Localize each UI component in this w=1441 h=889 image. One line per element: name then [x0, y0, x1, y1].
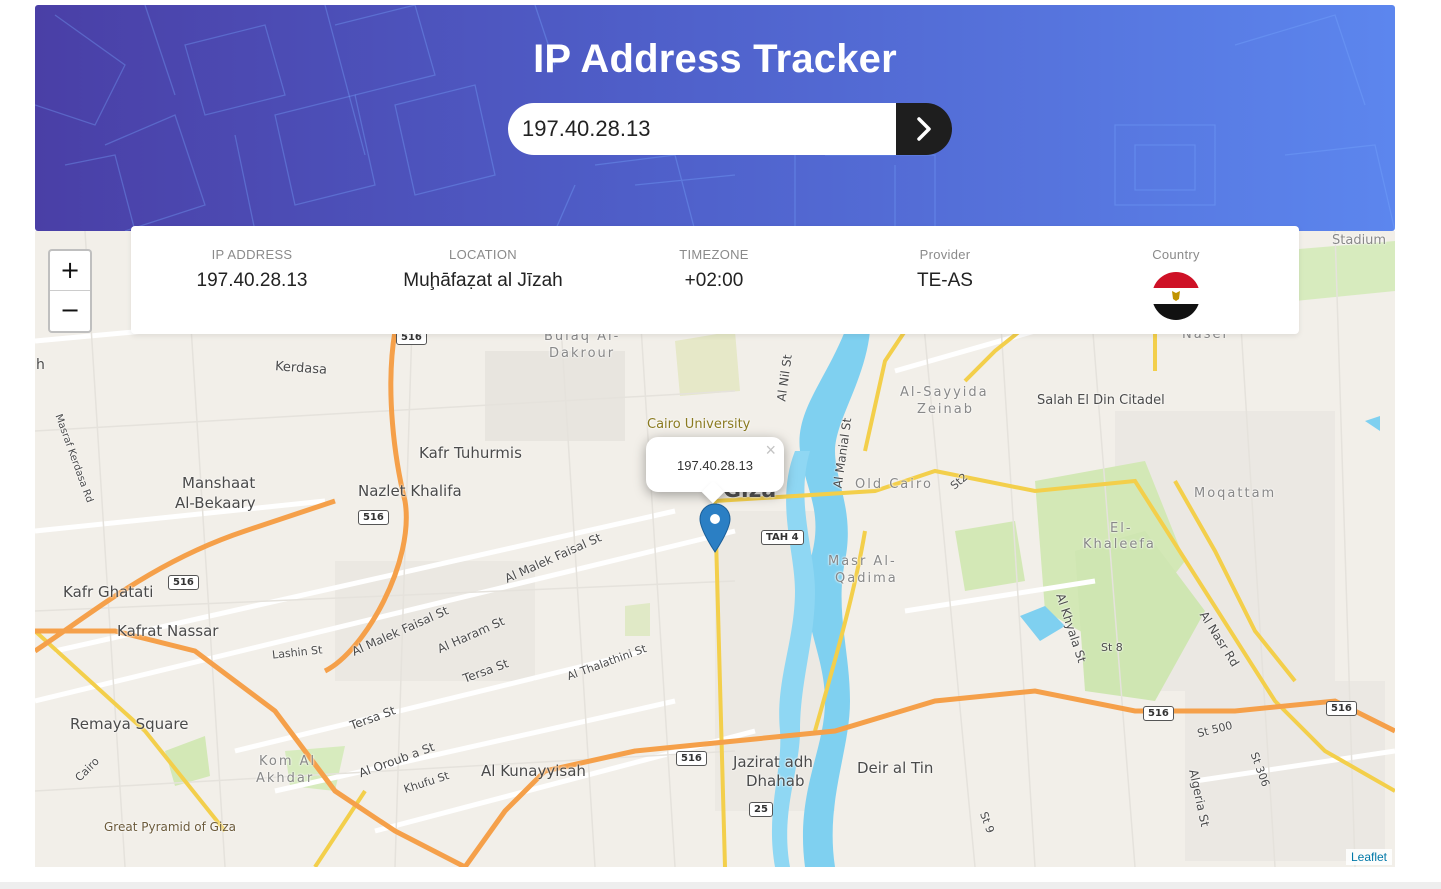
map-marker-icon[interactable]	[699, 503, 731, 553]
map-label-moqattam: Moqattam	[1194, 486, 1277, 501]
map-label-cairo-university: Cairo University	[647, 417, 751, 432]
map-label-stadium: Stadium	[1332, 233, 1387, 248]
info-ip-address-label: IP ADDRESS	[211, 247, 293, 262]
info-location: LOCATION Muḩāfaẓat al Jīzah	[368, 226, 598, 292]
info-timezone-value: +02:00	[684, 270, 744, 291]
road-shield-tah4: TAH 4	[761, 530, 804, 545]
map-popup: 197.40.28.13 ×	[646, 437, 784, 504]
map-label-kafr-tuhurmis: Kafr Tuhurmis	[419, 444, 522, 462]
map-label-al-sayyida: Al-Sayyida	[900, 385, 989, 400]
map-label-al-bekaary: Al-Bekaary	[175, 494, 256, 512]
map-label-nazlet-khalifa: Nazlet Khalifa	[358, 482, 462, 500]
page-bottom-bar	[0, 882, 1441, 889]
road-shield-516-c: 516	[168, 575, 199, 590]
map-label-zeinab: Zeinab	[917, 402, 974, 417]
map-label-old-cairo: Old Cairo	[855, 477, 933, 492]
info-location-value: Muḩāfaẓat al Jīzah	[403, 270, 563, 291]
info-provider-label: Provider	[919, 247, 971, 262]
zoom-out-button[interactable]: −	[50, 291, 90, 330]
map-label-h: h	[36, 357, 45, 373]
info-ip-address-value: 197.40.28.13	[196, 270, 308, 291]
road-shield-516-b: 516	[358, 510, 389, 525]
popup-ip-text: 197.40.28.13	[677, 458, 753, 473]
info-provider: Provider TE-AS	[830, 226, 1060, 292]
map-label-remaya-square: Remaya Square	[70, 715, 189, 733]
zoom-control: + −	[48, 249, 92, 333]
info-location-label: LOCATION	[449, 247, 517, 262]
info-timezone-label: TIMEZONE	[679, 247, 749, 262]
chevron-right-icon	[917, 117, 931, 141]
road-shield-25: 25	[749, 802, 773, 817]
ip-search-form	[508, 103, 952, 155]
zoom-in-button[interactable]: +	[50, 251, 90, 291]
ip-search-input[interactable]	[508, 103, 896, 155]
map-attribution-link[interactable]: Leaflet	[1345, 849, 1392, 865]
page-title: IP Address Tracker	[533, 37, 897, 81]
search-submit-button[interactable]	[896, 103, 952, 155]
road-shield-516-f: 516	[1326, 701, 1357, 716]
map-label-salah-el-din-citadel: Salah El Din Citadel	[1037, 393, 1165, 408]
map-label-akhdar: Akhdar	[256, 771, 315, 786]
map-label-al-kunayyisah: Al Kunayyisah	[481, 762, 586, 780]
map-label-bulaq-2: Dakrour	[549, 346, 616, 361]
popup-close-button[interactable]: ×	[765, 440, 776, 461]
info-ip-address: IP ADDRESS 197.40.28.13	[137, 226, 367, 292]
map-label-kom-al: Kom Al	[259, 754, 317, 769]
map-label-qadima: Qadima	[835, 571, 898, 586]
header-banner: IP Address Tracker	[35, 5, 1395, 231]
road-shield-516-d: 516	[676, 751, 707, 766]
map-label-jazirat-adh: Jazirat adh	[733, 753, 813, 771]
map-label-st-8: St 8	[1101, 641, 1123, 654]
map-label-kafrat-nassar: Kafrat Nassar	[117, 622, 219, 640]
info-country: Country	[1061, 226, 1291, 327]
map-label-khaleefa: Khaleefa	[1083, 537, 1156, 552]
info-timezone: TIMEZONE +02:00	[599, 226, 829, 292]
egypt-flag-icon	[1152, 272, 1200, 320]
map-label-el: El-	[1110, 521, 1133, 536]
map-label-dhahab: Dhahab	[746, 772, 805, 790]
info-provider-value: TE-AS	[917, 270, 973, 291]
map-label-deir-al-tin: Deir al Tin	[857, 759, 934, 777]
map-label-great-pyramid: Great Pyramid of Giza	[104, 820, 236, 834]
road-shield-516-e: 516	[1143, 706, 1174, 721]
map-label-masr-al: Masr Al-	[828, 554, 897, 569]
map-label-manshaat: Manshaat	[182, 474, 256, 492]
map-label-kafr-ghatati: Kafr Ghatati	[63, 583, 154, 601]
ip-info-panel: IP ADDRESS 197.40.28.13 LOCATION Muḩāfaẓ…	[131, 226, 1299, 334]
info-country-label: Country	[1152, 247, 1200, 262]
